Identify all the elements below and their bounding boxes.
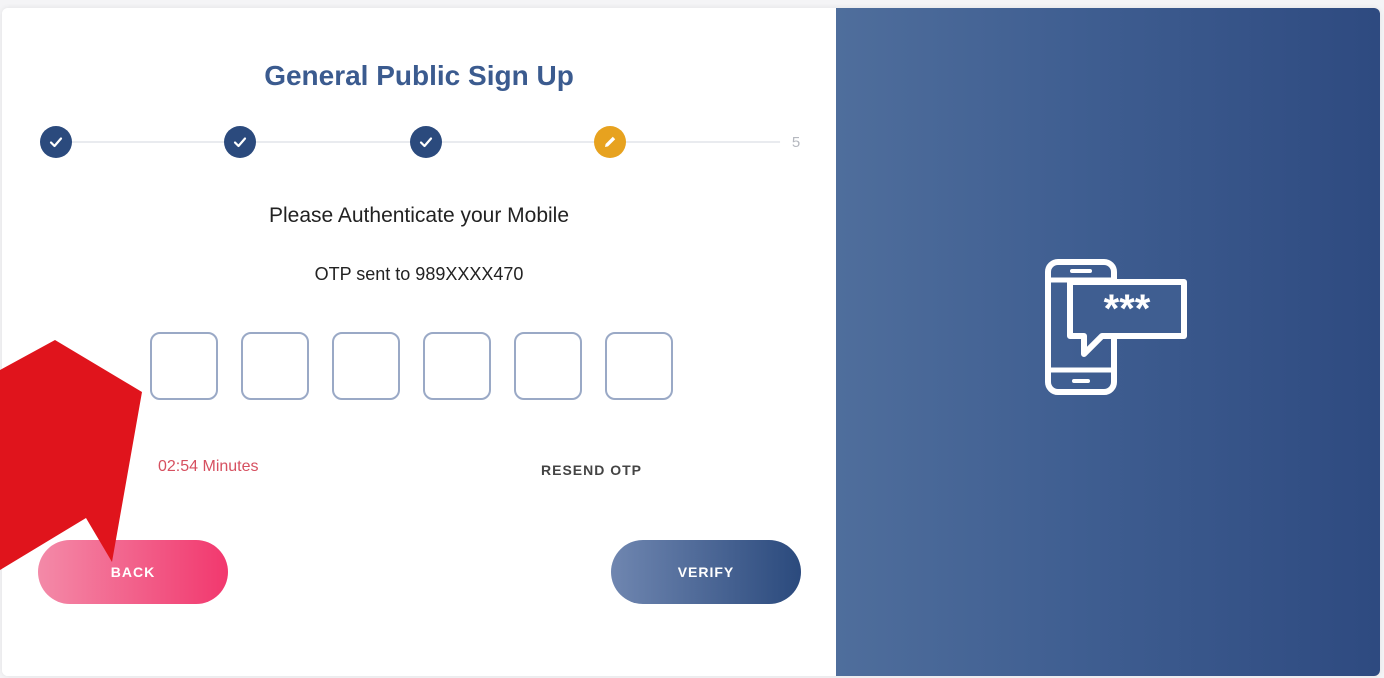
check-icon xyxy=(233,137,247,148)
back-button[interactable]: BACK xyxy=(38,540,228,604)
svg-text:***: *** xyxy=(1104,287,1151,331)
otp-digit-2[interactable] xyxy=(241,332,309,400)
check-icon xyxy=(419,137,433,148)
step-3 xyxy=(410,126,442,158)
signup-card: General Public Sign Up 5 Please Authenti… xyxy=(2,8,1380,676)
phone-otp-icon: *** xyxy=(1045,259,1187,395)
otp-sent-text: OTP sent to 989XXXX470 xyxy=(314,264,524,284)
otp-timer: 02:54 Minutes xyxy=(158,458,259,475)
stepper: 5 xyxy=(2,124,836,160)
otp-input-group xyxy=(150,332,673,402)
otp-digit-4[interactable] xyxy=(423,332,491,400)
pencil-icon xyxy=(605,136,616,147)
verify-button[interactable]: VERIFY xyxy=(611,540,801,604)
resend-otp-link[interactable]: RESEND OTP xyxy=(541,462,642,478)
page: General Public Sign Up 5 Please Authenti… xyxy=(0,0,1384,678)
illustration-panel: *** xyxy=(836,8,1380,676)
page-title: General Public Sign Up xyxy=(264,60,574,91)
step-5: 5 xyxy=(780,126,812,158)
step-4 xyxy=(594,126,626,158)
otp-digit-3[interactable] xyxy=(332,332,400,400)
form-panel: General Public Sign Up 5 Please Authenti… xyxy=(2,8,836,676)
check-icon xyxy=(49,137,63,148)
step-1 xyxy=(40,126,72,158)
otp-digit-5[interactable] xyxy=(514,332,582,400)
otp-digit-1[interactable] xyxy=(150,332,218,400)
step-2 xyxy=(224,126,256,158)
authenticate-heading: Please Authenticate your Mobile xyxy=(268,204,570,227)
otp-digit-6[interactable] xyxy=(605,332,673,400)
